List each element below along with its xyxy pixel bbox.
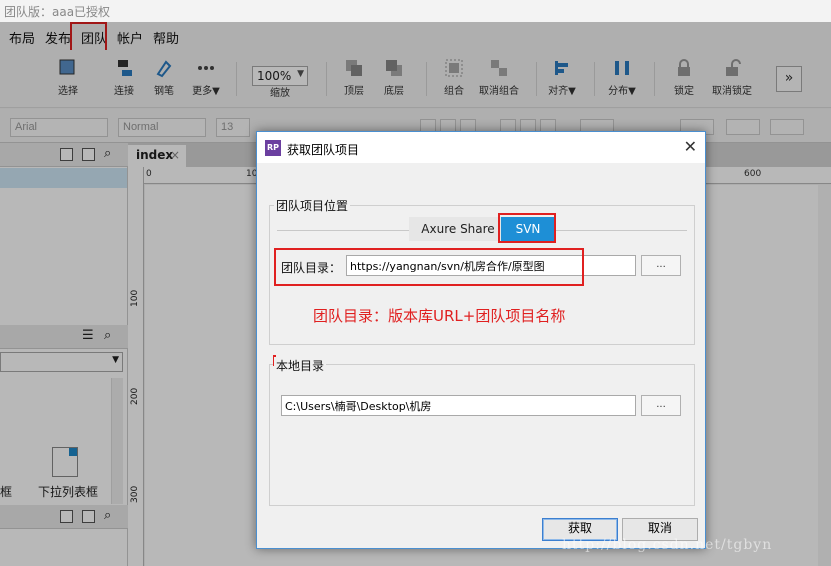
local-dir-group (269, 364, 695, 506)
local-dir-browse-button[interactable]: ... (641, 395, 681, 416)
dialog-title: 获取团队项目 (287, 143, 360, 157)
close-icon[interactable]: ✕ (684, 137, 697, 156)
team-dir-browse-button[interactable]: ... (641, 255, 681, 276)
svn-tab-highlight (498, 213, 556, 243)
window-title: 团队版：aaa已授权 (0, 0, 831, 22)
local-dir-field[interactable]: C:\Users\楠哥\Desktop\机房 (281, 395, 636, 416)
team-location-label: 团队项目位置 (274, 197, 351, 214)
dialog-titlebar: RP 获取团队项目 ✕ (257, 132, 705, 163)
team-dir-highlight (274, 248, 584, 286)
tab-axure-share[interactable]: Axure Share (409, 217, 507, 241)
local-dir-label: 本地目录 (274, 357, 327, 374)
get-team-project-dialog: RP 获取团队项目 ✕ 团队项目位置 Axure Share SVN 团队目录：… (256, 131, 706, 549)
watermark: http://blog.csdn.net/tgbyn (562, 537, 773, 553)
annotation-text: 团队目录：版本库URL+团队项目名称 (313, 307, 566, 325)
axure-rp-icon: RP (265, 140, 281, 156)
